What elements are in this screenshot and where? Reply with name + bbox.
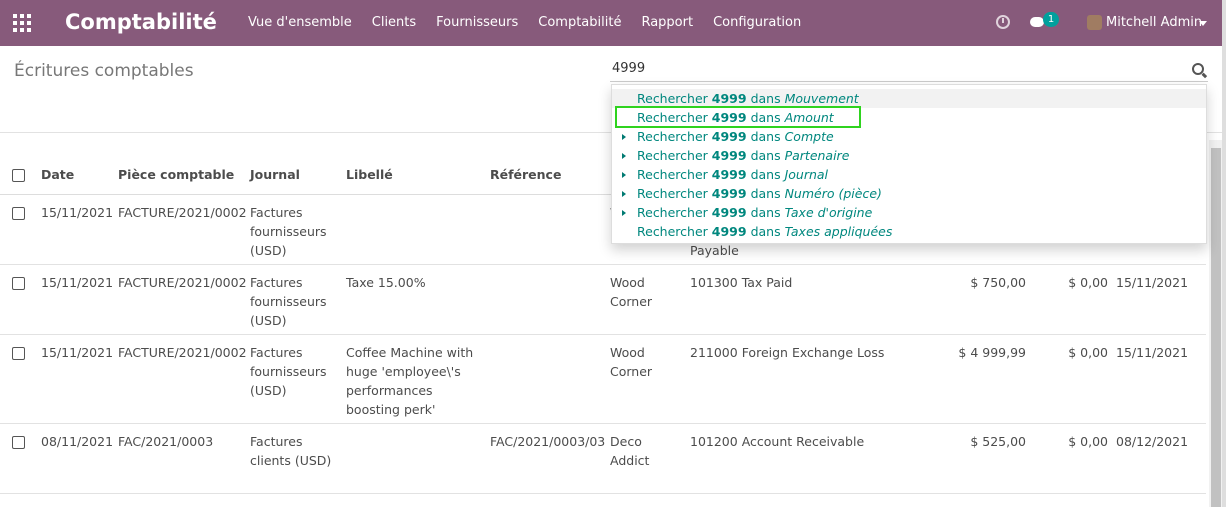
window-edge: [1222, 0, 1226, 507]
cell-partner: Deco Addict: [606, 423, 686, 494]
main-menu: Vue d'ensemble Clients Fournisseurs Comp…: [248, 15, 821, 30]
cell-date: 15/11/2021: [37, 194, 114, 265]
activity-clock-icon[interactable]: [996, 15, 1010, 29]
cell-debit: $ 525,00: [906, 423, 1030, 494]
expand-caret-icon[interactable]: [622, 153, 626, 159]
app-brand[interactable]: Comptabilité: [65, 10, 217, 34]
cell-reference: FAC/2021/0003/03: [486, 423, 606, 494]
cell-reference: [486, 264, 606, 335]
column-journal[interactable]: Journal: [246, 156, 342, 195]
search-option-journal[interactable]: Rechercher 4999 dans Journal: [612, 165, 1206, 184]
user-menu[interactable]: Mitchell Admin: [1106, 15, 1202, 30]
cell-libelle: [342, 423, 486, 494]
cell-debit: $ 4 999,99: [906, 334, 1030, 424]
cell-due: 15/11/2021: [1112, 334, 1206, 424]
search-option-compte[interactable]: Rechercher 4999 dans Compte: [612, 127, 1206, 146]
column-reference[interactable]: Référence: [486, 156, 606, 195]
menu-clients[interactable]: Clients: [372, 15, 416, 30]
cell-journal: Factures fournisseurs (USD): [246, 334, 342, 424]
column-date[interactable]: Date: [37, 156, 114, 195]
cell-piece: FAC/2021/0003: [114, 423, 246, 494]
cell-account: 101200 Account Receivable: [686, 423, 906, 494]
cell-credit: $ 0,00: [1030, 334, 1112, 424]
cell-account: 101300 Tax Paid: [686, 264, 906, 335]
row-checkbox[interactable]: [12, 346, 25, 360]
search-input[interactable]: 4999: [610, 58, 1208, 82]
avatar[interactable]: [1087, 15, 1102, 30]
table-row[interactable]: 08/11/2021 FAC/2021/0003 Factures client…: [0, 423, 1206, 494]
cell-piece: FACTURE/2021/0002: [114, 264, 247, 335]
search-option-numero[interactable]: Rechercher 4999 dans Numéro (pièce): [612, 184, 1206, 203]
cell-partner: Wood Corner: [606, 334, 686, 424]
page-title: Écritures comptables: [14, 61, 194, 81]
cell-libelle: Taxe 15.00%: [342, 264, 486, 335]
cell-date: 08/11/2021: [37, 423, 114, 494]
cell-reference: [486, 194, 606, 265]
select-all-checkbox[interactable]: [12, 169, 25, 183]
menu-configuration[interactable]: Configuration: [713, 15, 801, 30]
cell-libelle: [342, 194, 486, 265]
cell-reference: [486, 334, 606, 424]
cell-credit: $ 0,00: [1030, 423, 1112, 494]
apps-menu-icon[interactable]: [13, 14, 31, 32]
cell-account: 211000 Foreign Exchange Loss: [686, 334, 906, 424]
search-option-taxe-origine[interactable]: Rechercher 4999 dans Taxe d'origine: [612, 203, 1206, 222]
cell-credit: $ 0,00: [1030, 264, 1112, 335]
cell-date: 15/11/2021: [37, 264, 114, 335]
cell-date: 15/11/2021: [37, 334, 114, 424]
menu-reporting[interactable]: Rapport: [641, 15, 693, 30]
cell-journal: Factures clients (USD): [246, 423, 342, 494]
search-value[interactable]: 4999: [612, 61, 645, 76]
scrollbar-thumb[interactable]: [1211, 148, 1221, 507]
top-navbar: Comptabilité Vue d'ensemble Clients Four…: [0, 0, 1222, 46]
menu-suppliers[interactable]: Fournisseurs: [436, 15, 518, 30]
cell-due: 08/12/2021: [1112, 423, 1206, 494]
search-option-partenaire[interactable]: Rechercher 4999 dans Partenaire: [612, 146, 1206, 165]
cell-debit: $ 750,00: [906, 264, 1030, 335]
expand-caret-icon[interactable]: [622, 134, 626, 140]
row-checkbox[interactable]: [12, 206, 25, 220]
cell-journal: Factures fournisseurs (USD): [246, 194, 342, 265]
row-checkbox[interactable]: [12, 276, 25, 290]
expand-caret-icon[interactable]: [622, 210, 626, 216]
cell-due: 15/11/2021: [1112, 264, 1206, 335]
expand-caret-icon[interactable]: [622, 172, 626, 178]
row-checkbox[interactable]: [12, 435, 25, 449]
column-piece[interactable]: Pièce comptable: [114, 156, 246, 195]
column-libelle[interactable]: Libellé: [342, 156, 486, 195]
chat-icon[interactable]: [1030, 17, 1044, 27]
search-icon[interactable]: [1192, 63, 1204, 75]
cell-piece: FACTURE/2021/0002: [114, 334, 247, 424]
chevron-down-icon[interactable]: [1199, 21, 1207, 26]
cell-partner: Wood Corner: [606, 264, 686, 335]
search-option-taxes-appliquees[interactable]: Rechercher 4999 dans Taxes appliquées: [612, 222, 1206, 241]
menu-overview[interactable]: Vue d'ensemble: [248, 15, 352, 30]
expand-caret-icon[interactable]: [622, 191, 626, 197]
table-row[interactable]: 15/11/2021 FACTURE/2021/0002 Factures fo…: [0, 264, 1206, 335]
chat-count-badge: 1: [1043, 12, 1059, 27]
highlight-box: [615, 106, 861, 128]
cell-journal: Factures fournisseurs (USD): [246, 264, 342, 335]
table-row[interactable]: 15/11/2021 FACTURE/2021/0002 Factures fo…: [0, 334, 1206, 424]
menu-accounting[interactable]: Comptabilité: [538, 15, 621, 30]
cell-piece: FACTURE/2021/0002: [114, 194, 247, 265]
cell-libelle: Coffee Machine with huge 'employee\'s pe…: [342, 334, 486, 424]
